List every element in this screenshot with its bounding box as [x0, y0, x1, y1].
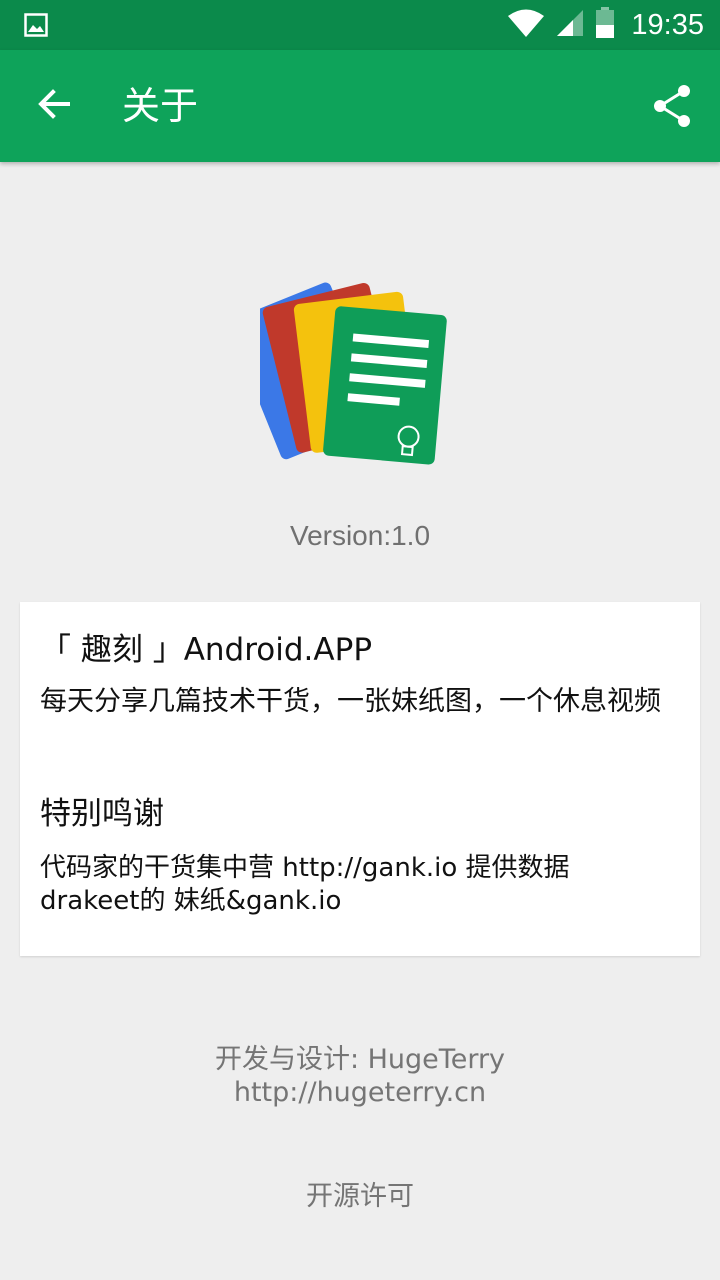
- app-version: Version:1.0: [289, 520, 431, 551]
- developer-credit: 开发与设计: HugeTerry: [214, 1044, 506, 1075]
- thanks-heading: 特别鸣谢: [40, 796, 164, 832]
- wifi-icon: [507, 8, 545, 42]
- about-card: 「 趣刻 」Android.APP 每天分享几篇技术干货，一张妹纸图，一个休息视…: [20, 602, 700, 956]
- app-description: 每天分享几篇技术干货，一张妹纸图，一个休息视频: [40, 686, 661, 717]
- app-logo-icon: [228, 276, 460, 486]
- back-button[interactable]: [24, 76, 84, 136]
- thanks-line: drakeet的 妹纸&gank.io: [40, 886, 342, 916]
- app-name: 「 趣刻 」Android.APP: [40, 632, 373, 668]
- toolbar: 关于: [0, 50, 720, 162]
- status-time: 19:35: [631, 8, 704, 41]
- image-notification-icon: [24, 13, 48, 37]
- battery-icon: [595, 7, 615, 43]
- developer-website-link[interactable]: http://hugeterry.cn: [0, 1076, 720, 1109]
- developer-info: 开发与设计: HugeTerry http://hugeterry.cn: [0, 1043, 720, 1109]
- arrow-left-icon: [36, 86, 72, 126]
- open-source-license-link[interactable]: 开源许可: [0, 1174, 720, 1213]
- share-icon: [652, 84, 692, 132]
- thanks-text: 代码家的干货集中营 http://gank.io 提供数据 drakeet的 妹…: [40, 852, 680, 918]
- page-title: 关于: [122, 84, 199, 128]
- status-bar: 19:35: [0, 0, 720, 50]
- cell-signal-icon: [555, 8, 585, 42]
- thanks-line: 代码家的干货集中营 http://gank.io 提供数据: [40, 853, 570, 883]
- share-button[interactable]: [642, 78, 702, 138]
